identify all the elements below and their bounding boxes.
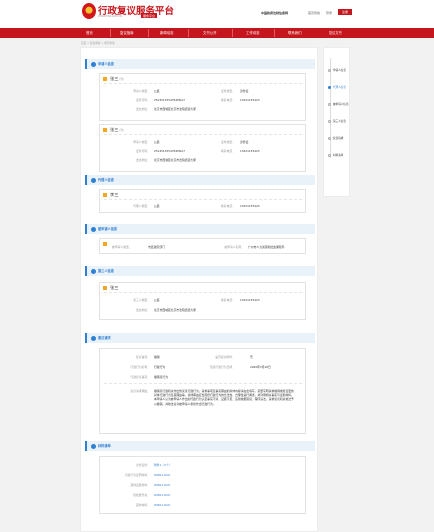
sidebar-item-applicant[interactable]: 申请人信息 — [328, 68, 346, 72]
material-link[interactable]: WIN11.DOC — [154, 483, 170, 487]
nav-guide[interactable]: 复议指南 — [120, 28, 134, 38]
agent-section: 代理人信息 — [85, 175, 315, 185]
section-title: 代理人信息 — [98, 178, 114, 182]
register-button[interactable]: 注册 — [338, 9, 352, 15]
person-icon — [103, 193, 107, 197]
material-link[interactable]: 附件1（2个） — [154, 463, 172, 467]
sidebar-item-request[interactable]: 复议请求 — [328, 136, 343, 140]
folder-icon — [91, 443, 96, 449]
nav-home[interactable]: 首页 — [86, 28, 93, 38]
person-icon — [103, 128, 107, 132]
logo-url: WWW.MOJ.GOV.CN — [98, 15, 123, 18]
nav-contact[interactable]: 联系我们 — [288, 28, 302, 38]
sidebar-item-third-party[interactable]: 第三人信息 — [328, 119, 346, 123]
building-icon — [91, 226, 96, 232]
third-party-name: 张三 — [110, 285, 119, 290]
applicant-card-2: 张三(男) 申请人类型： 公民 证件类型： 身份证 证件号码： 25145135… — [99, 124, 306, 172]
sidebar-item-materials[interactable]: 材料清单 — [328, 153, 343, 157]
section-title: 复议请求 — [98, 336, 111, 340]
main-nav: 首页 复议指南 新闻动态 文书公开 工作动态 联系我们 — [0, 28, 434, 38]
applicant-section: 申请人信息 — [85, 59, 315, 69]
third-party-card: 张三 第三人类型： 公民 联系电话： 13421155423 送达地址： 北京市… — [99, 282, 306, 320]
section-title: 申请人信息 — [98, 62, 114, 66]
application-panel: 申请人信息 张三(男) 申请人类型： 公民 证件类型： 身份证 证件号码： 25… — [80, 47, 318, 532]
sidebar-title: 复议文书 — [323, 28, 350, 38]
section-title: 材料清单 — [98, 444, 111, 448]
sidebar-item-agent[interactable]: 代理人信息 — [328, 85, 346, 89]
nav-news[interactable]: 新闻动态 — [160, 28, 174, 38]
material-link[interactable]: WIN11.DOC — [154, 473, 170, 477]
materials-card: 身份证件： 附件1（2个） 行政行为证明材料： WIN11.DOC 其他证据材料… — [99, 456, 306, 514]
applicant-card-1: 张三(男) 申请人类型： 公民 证件类型： 身份证 证件号码： 25145135… — [99, 73, 306, 121]
user-icon — [91, 177, 96, 183]
breadcrumb[interactable]: 首页 > 复议申请 > 填写申请 — [81, 41, 115, 45]
respondent-card: 被申请人类型： 市县政府部门 被申请人名称： 广州市人力资源和社会保障局 — [99, 238, 306, 254]
section-sidebar: 申请人信息 代理人信息 被申请人信息 第三人信息 复议请求 材料清单 — [323, 47, 350, 197]
request-section: 复议请求 — [85, 333, 315, 343]
third-party-section: 第三人信息 — [85, 266, 315, 276]
logo-tag: 服务平台 — [141, 13, 158, 18]
header-link-login[interactable]: 登录 — [326, 11, 332, 15]
header-link-nav[interactable]: 首页导航 — [308, 11, 320, 15]
section-title: 第三人信息 — [98, 269, 114, 273]
section-title: 被申请人信息 — [98, 227, 118, 231]
sidebar-item-respondent[interactable]: 被申请人信息 — [328, 102, 349, 106]
applicant-name: 张三(男) — [110, 127, 125, 132]
respondent-section: 被申请人信息 — [85, 224, 315, 234]
nav-documents[interactable]: 文书公开 — [203, 28, 217, 38]
applicant-name: 张三(男) — [110, 76, 125, 81]
person-icon — [103, 286, 107, 290]
agent-name: 李三 — [110, 192, 119, 197]
material-link[interactable]: WIN11.DOC — [154, 503, 170, 507]
material-link[interactable]: WIN11.DOC — [154, 493, 170, 497]
request-card: 复议事项： 撤销 是否提交附件： 否 行政行为名称： 行政行为 知道行政行为日期… — [99, 348, 306, 434]
emblem-icon — [82, 3, 96, 19]
document-icon — [91, 335, 96, 341]
materials-section: 材料清单 — [85, 441, 315, 451]
agent-card: 李三 代理人类型： 公民 联系电话： 13421155423 — [99, 189, 306, 213]
person-icon — [103, 77, 107, 81]
user-icon — [91, 61, 96, 67]
building-icon — [103, 242, 107, 246]
request-reason: 撤销某行政机关作出的某某行政行为。请求事项及事实理由的具体内容请在此填写，需要写… — [154, 389, 294, 406]
user-icon — [91, 268, 96, 274]
nav-work[interactable]: 工作动态 — [246, 28, 260, 38]
header-link-legal-net[interactable]: 中国政府法制信息网 — [261, 11, 288, 15]
site-header: 行政复议服务平台 WWW.MOJ.GOV.CN 服务平台 中国政府法制信息网 首… — [0, 0, 434, 28]
